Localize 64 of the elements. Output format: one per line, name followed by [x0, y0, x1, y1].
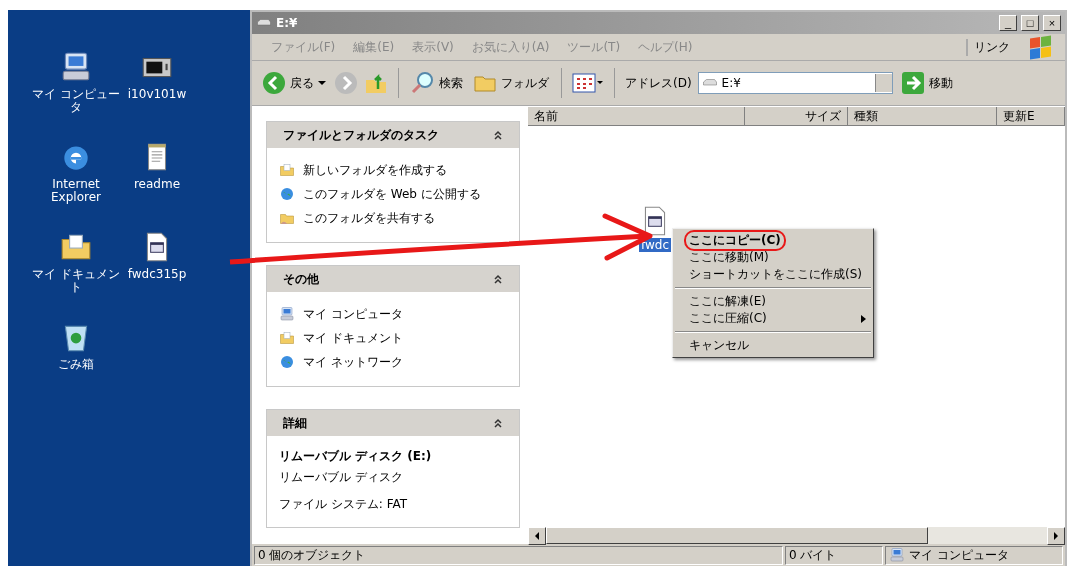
close-button[interactable]: × [1043, 15, 1061, 31]
panel-header[interactable]: 詳細 [267, 410, 519, 436]
task-link[interactable]: このフォルダを Web に公開する [303, 185, 481, 203]
globe-icon [279, 354, 295, 370]
address-label: アドレス(D) [625, 74, 692, 92]
search-icon [411, 71, 435, 95]
task-link[interactable]: マイ ドキュメント [303, 329, 403, 347]
column-header[interactable]: 名前 [528, 107, 745, 125]
task-link[interactable]: マイ コンピュータ [303, 305, 403, 323]
desktop-icon-label[interactable]: マイ ドキュメント [30, 268, 122, 295]
file-system-text: ファイル システム: FAT [279, 496, 409, 513]
globe-icon [279, 186, 295, 202]
address-field[interactable]: E:¥ [697, 72, 893, 94]
collapse-chevron-icon[interactable] [493, 274, 503, 284]
panel-title: 詳細 [283, 414, 307, 432]
horizontal-scrollbar[interactable] [528, 527, 1065, 544]
column-header[interactable]: サイズ [745, 107, 848, 125]
back-button[interactable]: 戻る [260, 69, 328, 97]
go-button[interactable]: 移動 [898, 69, 955, 97]
panel-title: ファイルとフォルダのタスク [283, 126, 439, 144]
panel-header[interactable]: ファイルとフォルダのタスク [267, 122, 519, 148]
computer-icon [279, 306, 295, 322]
panel-title: その他 [283, 270, 319, 288]
right-triangle-icon [1052, 532, 1060, 540]
object-count: 0 個のオブジェクト [254, 545, 783, 565]
left-triangle-icon [533, 532, 541, 540]
search-button[interactable]: 検索 [409, 69, 465, 97]
size-text: 0 バイト [785, 545, 883, 565]
task-link[interactable]: このフォルダを共有する [303, 209, 435, 227]
column-header[interactable]: 更新E [997, 107, 1065, 125]
desktop-icon-label[interactable]: Internet Explorer [30, 178, 122, 205]
menu-item[interactable]: キャンセル [689, 337, 867, 354]
folder-icon [279, 330, 295, 346]
scroll-left-button[interactable] [528, 527, 546, 545]
location-text: マイ コンピュータ [909, 546, 1009, 564]
view-grid-icon[interactable] [572, 71, 604, 95]
menu-item[interactable]: ここに圧縮(C) [689, 310, 861, 327]
column-header[interactable]: 種類 [848, 107, 997, 125]
drive-type: リムーバブル ディスク [279, 469, 404, 486]
desktop-icon-label[interactable]: ごみ箱 [58, 358, 94, 372]
minimize-button[interactable]: _ [999, 15, 1017, 31]
task-link[interactable]: 新しいフォルダを作成する [303, 161, 447, 179]
computer-icon [889, 547, 905, 563]
menu-item[interactable]: ショートカットをここに作成(S) [689, 266, 867, 283]
links-button[interactable]: リンク [966, 38, 1016, 56]
desktop-icon-label[interactable]: readme [133, 178, 181, 192]
menu-item[interactable]: ここに移動(M) [689, 249, 867, 266]
panel-header[interactable]: その他 [267, 266, 519, 292]
folder-icon [279, 162, 295, 178]
task-link[interactable]: マイ ネットワーク [303, 353, 403, 371]
drive-name: リムーバブル ディスク (E:) [279, 448, 433, 465]
windows-logo-icon [1030, 35, 1051, 59]
collapse-chevron-icon[interactable] [493, 130, 503, 140]
menu-item[interactable]: ここにコピー(C) [686, 232, 784, 249]
window-title: E:¥ [276, 16, 298, 30]
desktop-icon-label[interactable]: マイ コンピュータ [30, 88, 122, 115]
desktop-icon-label[interactable]: fwdc315p [127, 268, 187, 282]
maximize-button[interactable]: □ [1021, 15, 1039, 31]
collapse-chevron-icon[interactable] [493, 418, 503, 428]
scroll-right-button[interactable] [1047, 527, 1065, 545]
desktop-icon-label[interactable]: i10v101w [127, 88, 187, 102]
folders-button[interactable]: フォルダ [471, 69, 551, 97]
menu-item[interactable]: ここに解凍(E) [689, 293, 867, 310]
caret-icon [318, 79, 326, 87]
